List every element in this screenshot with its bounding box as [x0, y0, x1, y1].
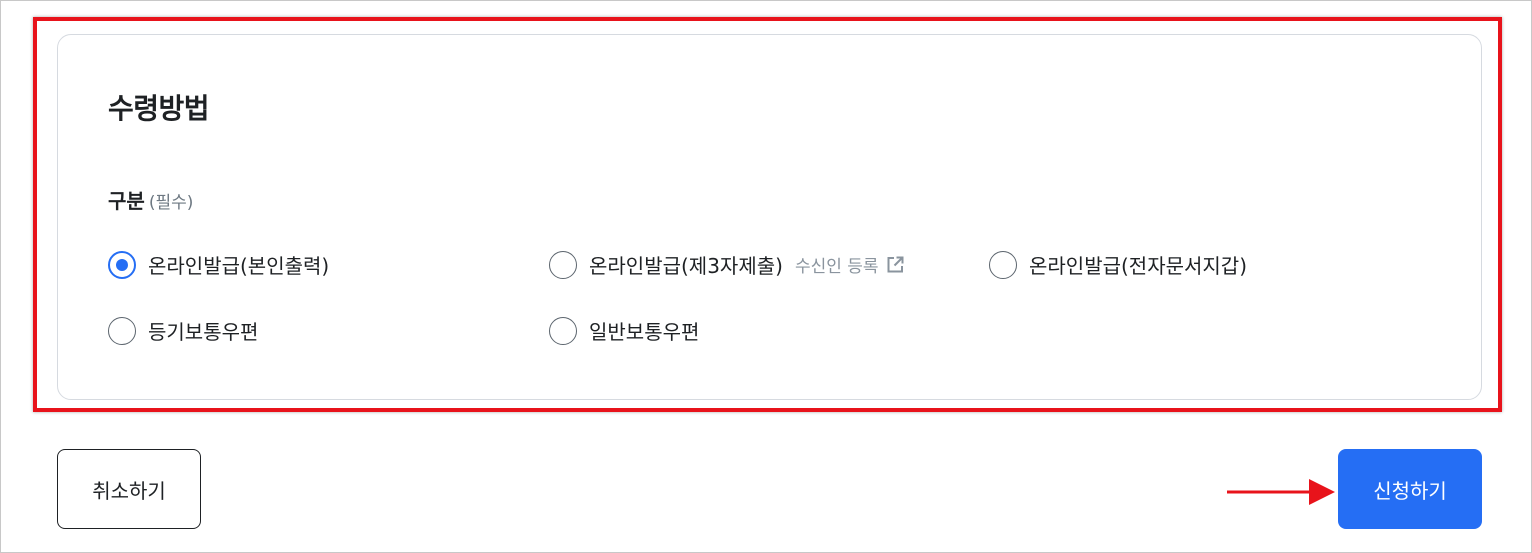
annotation-highlight-box	[33, 17, 1502, 412]
apply-button[interactable]: 신청하기	[1338, 449, 1482, 529]
cancel-button[interactable]: 취소하기	[57, 449, 201, 529]
annotation-arrow-icon	[1227, 479, 1335, 505]
